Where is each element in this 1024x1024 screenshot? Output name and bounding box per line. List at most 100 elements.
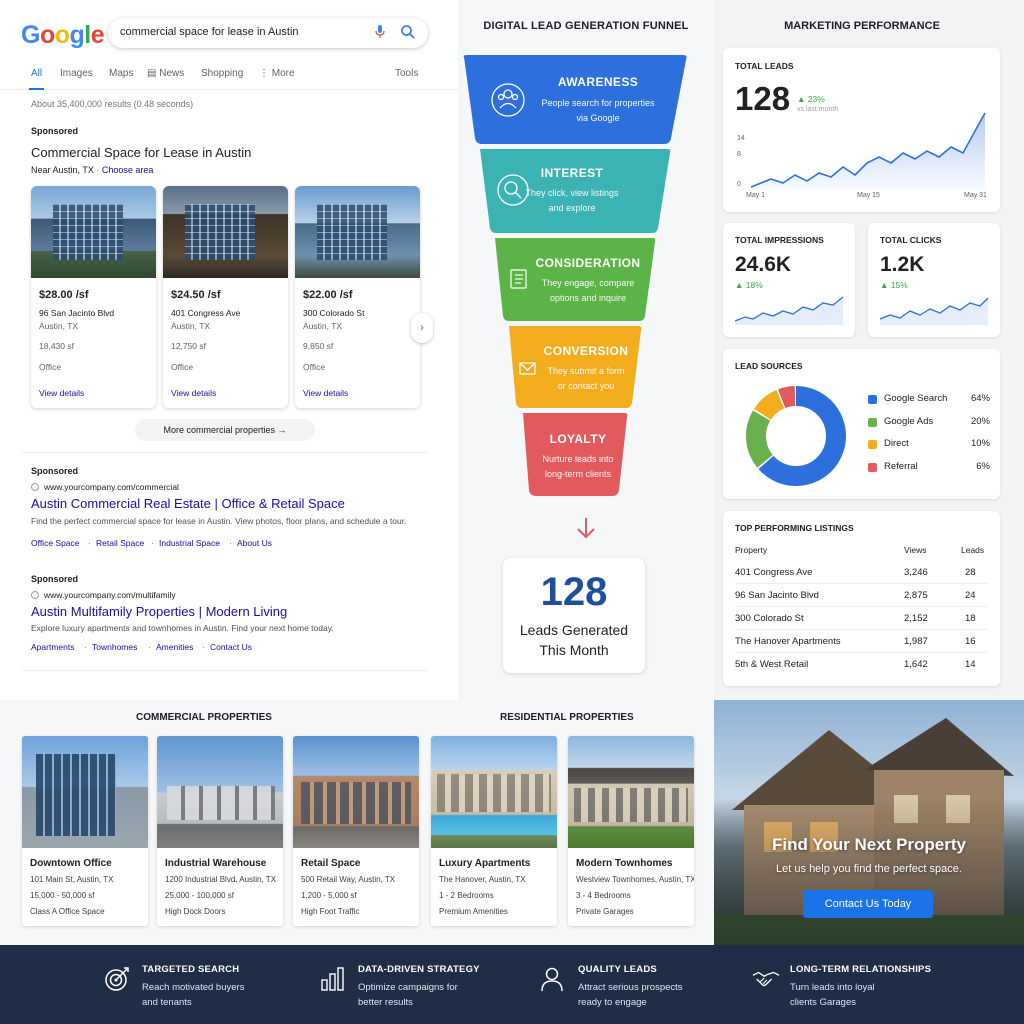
sitelink-amenities[interactable]: Amenities: [156, 642, 193, 652]
stage-description: They submit a form: [547, 366, 625, 376]
listing-city: Austin, TX: [39, 321, 79, 331]
listing-photo: [295, 186, 420, 278]
ad-title-link[interactable]: Austin Multifamily Properties | Modern L…: [31, 604, 287, 619]
choose-area-link[interactable]: Choose area: [102, 165, 154, 175]
property-card-modern-townhomes[interactable]: Modern Townhomes Westview Townhomes, Aus…: [568, 736, 694, 926]
impressions-delta: ▲ 18%: [735, 280, 763, 290]
tab-maps[interactable]: Maps: [109, 68, 133, 79]
stage-description: via Google: [576, 113, 620, 123]
divider: [22, 670, 428, 671]
next-arrow-button[interactable]: ›: [411, 313, 433, 343]
view-details-link[interactable]: View details: [171, 388, 216, 398]
listing-city: Austin, TX: [303, 321, 343, 331]
search-query[interactable]: commercial space for lease in Austin: [120, 26, 299, 38]
property-card-retail-space[interactable]: Retail Space 500 Retail Way, Austin, TX …: [293, 736, 419, 926]
column-header-leads: Leads: [961, 545, 985, 555]
sitelink-townhomes[interactable]: Townhomes: [92, 642, 137, 652]
table-row[interactable]: 401 Congress Ave 3,246 28: [735, 561, 987, 584]
property-photo: [22, 736, 148, 848]
bar-chart-icon: [321, 967, 344, 991]
listing-card[interactable]: $22.00 /sf 300 Colorado St Austin, TX 9,…: [295, 186, 420, 408]
sitelink-about-us[interactable]: About Us: [237, 538, 272, 548]
search-tabs: All Images Maps ▤ News Shopping ⋮ More T…: [0, 62, 458, 90]
sitelink-apartments[interactable]: Apartments: [31, 642, 74, 652]
ad-url[interactable]: www.yourcompany.com/commercial: [44, 482, 179, 492]
search-input[interactable]: commercial space for lease in Austin: [108, 18, 428, 48]
listing-card[interactable]: $28.00 /sf 96 San Jacinto Blvd Austin, T…: [31, 186, 156, 408]
table-row[interactable]: 300 Colorado St 2,152 18: [735, 607, 987, 630]
property-photo: [293, 736, 419, 848]
google-logo[interactable]: Google: [21, 21, 105, 50]
stage-description: or contact you: [557, 381, 615, 391]
tab-news[interactable]: ▤ News: [147, 68, 184, 79]
sitelink-contact-us[interactable]: Contact Us: [210, 642, 252, 652]
property-card-downtown-office[interactable]: Downtown Office 101 Main St, Austin, TX …: [22, 736, 148, 926]
listing-city: Austin, TX: [171, 321, 211, 331]
feature-description: Attract serious prospects ready to engage: [578, 982, 683, 1008]
feature-quality-leads: QUALITY LEADS Attract serious prospects r…: [540, 945, 740, 1024]
target-icon: [105, 967, 129, 991]
lead-funnel-panel: DIGITAL LEAD GENERATION FUNNEL AWARENESS: [458, 0, 714, 700]
sitelink-office-space[interactable]: Office Space: [31, 538, 80, 548]
tab-more[interactable]: ⋮ More: [259, 68, 295, 79]
more-dots-icon: ⋮: [259, 68, 272, 79]
property-size: 3 - 4 Bedrooms: [576, 891, 631, 900]
clicks-card: TOTAL CLICKS 1.2K ▲ 15%: [868, 223, 1000, 337]
property-card-industrial-warehouse[interactable]: Industrial Warehouse 1200 Industrial Blv…: [157, 736, 283, 926]
tab-all[interactable]: All: [28, 68, 45, 90]
tab-images[interactable]: Images: [60, 68, 93, 79]
property-name: Modern Townhomes: [576, 858, 673, 869]
property-name: Retail Space: [301, 858, 361, 869]
column-header-property: Property: [735, 545, 768, 555]
table-row[interactable]: The Hanover Apartments 1,987 16: [735, 630, 987, 653]
property-card-luxury-apartments[interactable]: Luxury Apartments The Hanover, Austin, T…: [431, 736, 557, 926]
feature-data-driven-strategy: DATA-DRIVEN STRATEGY Optimize campaigns …: [320, 945, 530, 1024]
view-details-link[interactable]: View details: [39, 388, 84, 398]
property-feature: High Dock Doors: [165, 907, 226, 916]
more-properties-button[interactable]: More commercial properties →: [135, 419, 315, 441]
x-tick: May 15: [857, 192, 880, 199]
result-stats: About 35,400,000 results (0.48 seconds): [31, 99, 194, 109]
search-icon[interactable]: [400, 24, 416, 40]
table-row[interactable]: 96 San Jacinto Blvd 2,875 24: [735, 584, 987, 607]
lead-sources-donut: [746, 386, 846, 486]
property-feature: High Foot Traffic: [301, 907, 360, 916]
listing-card[interactable]: $24.50 /sf 401 Congress Ave Austin, TX 1…: [163, 186, 288, 408]
x-tick: May 1: [746, 192, 766, 199]
sponsored-label: Sponsored: [31, 126, 79, 136]
y-tick: 0: [737, 181, 741, 188]
tools-button[interactable]: Tools: [395, 68, 418, 79]
property-address: 101 Main St, Austin, TX: [30, 875, 114, 884]
listing-size: 18,430 sf: [39, 341, 74, 351]
view-details-link[interactable]: View details: [303, 388, 348, 398]
feature-title: DATA-DRIVEN STRATEGY: [358, 964, 480, 975]
impressions-card: TOTAL IMPRESSIONS 24.6K ▲ 18%: [723, 223, 855, 337]
sitelink-industrial-space[interactable]: Industrial Space: [159, 538, 220, 548]
commercial-section-title: COMMERCIAL PROPERTIES: [136, 712, 272, 723]
property-feature: Private Garages: [576, 907, 634, 916]
legend-google-search: Google Search 64%: [868, 393, 998, 407]
sitelink-retail-space[interactable]: Retail Space: [96, 538, 144, 548]
leads-generated-label: Leads Generated This Month: [519, 622, 629, 658]
column-header-views: Views: [904, 545, 927, 555]
tab-shopping[interactable]: Shopping: [201, 68, 243, 79]
listing-size: 9,850 sf: [303, 341, 334, 351]
news-icon: ▤: [147, 68, 160, 79]
ad-description: Find the perfect commercial space for le…: [31, 516, 407, 526]
local-results-title[interactable]: Commercial Space for Lease in Austin: [31, 145, 251, 160]
property-address: 500 Retail Way, Austin, TX: [301, 875, 396, 884]
table-row[interactable]: 5th & West Retail 1,642 14: [735, 653, 987, 676]
near-label: Near Austin, TX: [31, 165, 94, 175]
contact-us-button[interactable]: Contact Us Today: [803, 890, 933, 918]
feature-long-term-relationships: LONG-TERM RELATIONSHIPS Turn leads into …: [752, 945, 972, 1024]
property-feature: Premium Amenities: [439, 907, 508, 916]
leads-trend-area: [751, 113, 985, 191]
leads-generated-card: 128 Leads Generated This Month: [503, 558, 645, 673]
feature-title: QUALITY LEADS: [578, 964, 657, 975]
ad-title-link[interactable]: Austin Commercial Real Estate | Office &…: [31, 496, 345, 511]
impressions-value: 24.6K: [735, 253, 792, 276]
ad-url[interactable]: www.yourcompany.com/multifamily: [44, 590, 176, 600]
microphone-icon[interactable]: [375, 25, 385, 39]
listing-address: 300 Colorado St: [303, 308, 365, 318]
property-photo: [568, 736, 694, 848]
